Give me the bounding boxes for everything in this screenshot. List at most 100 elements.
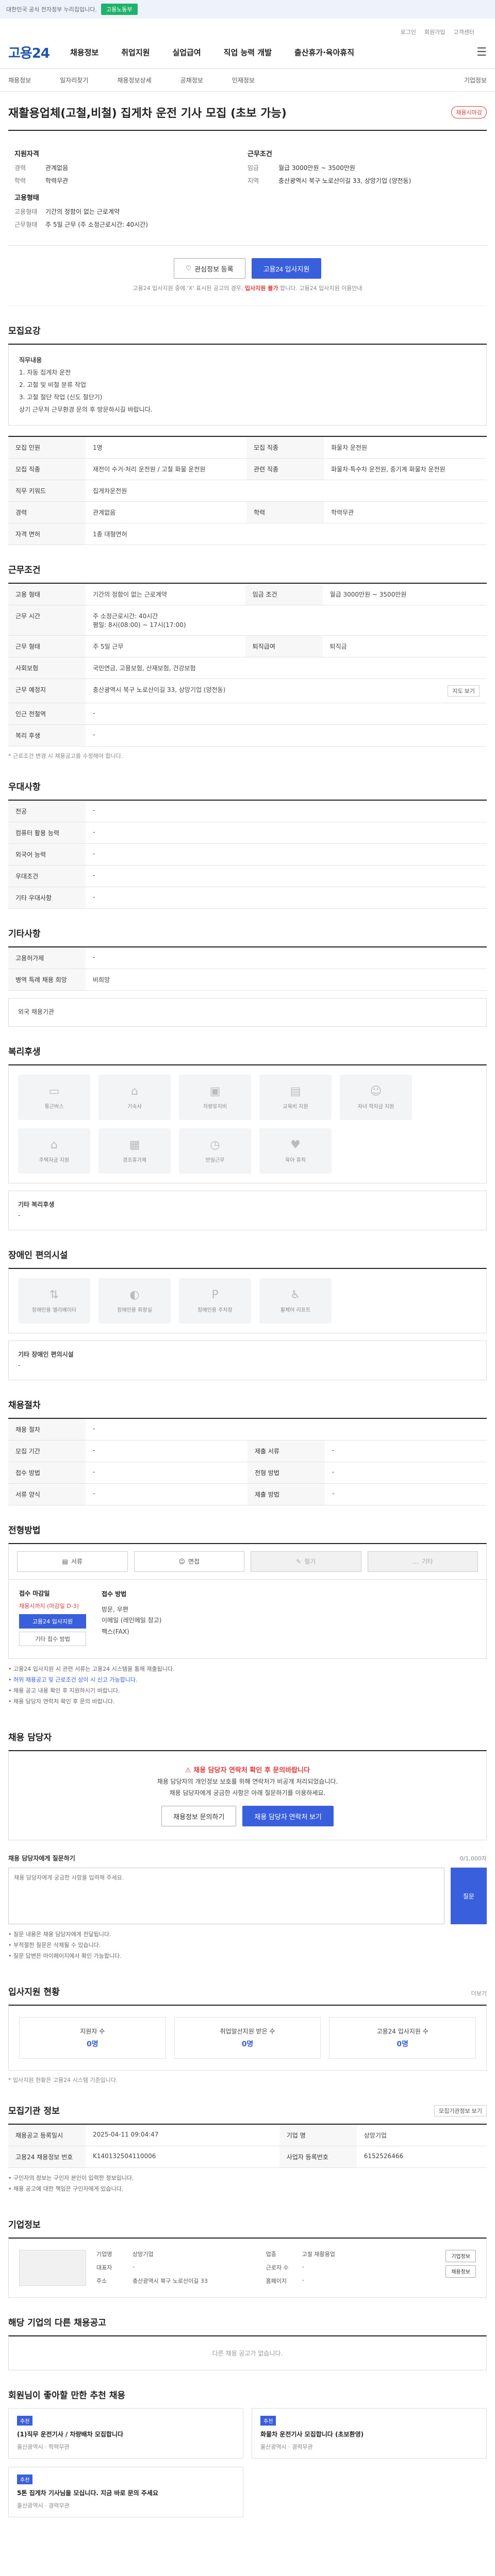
bullet-item: • 채용 공고에 대한 책임은 구인자에게 있습니다. (8, 2185, 124, 2192)
disabled-etc-value: - (18, 1362, 21, 1369)
subnav-item[interactable]: 공채정보 (180, 76, 203, 84)
company-value: 상망기업 (133, 2250, 154, 2258)
row-value: - (325, 1483, 487, 1505)
stats-note: * 입사지원 현황은 고용24 시스템 기준입니다. (8, 2076, 118, 2083)
question-input[interactable] (8, 1868, 444, 1925)
card-meta: 울산광역시 · 학력무관 (17, 2443, 70, 2450)
job-desc-heading: 직무내용 (19, 357, 42, 364)
book-icon: ▤ (290, 1084, 301, 1098)
method-label: 접수 방법 (102, 1590, 127, 1598)
row-value: 6152526466 (356, 2146, 487, 2168)
row-key: 인근 전철역 (8, 703, 86, 725)
scrap-button[interactable]: ♡ 관심정보 등록 (173, 258, 245, 279)
row-key: 기업 명 (279, 2124, 357, 2146)
facility-item: P 장애인용 주차장 (179, 1278, 251, 1324)
row-key: 채용 절차 (8, 1418, 86, 1440)
row-key: 퇴직급여 (245, 635, 323, 657)
section-title: 기업정보 (8, 2219, 41, 2230)
company-logo (19, 2249, 86, 2286)
time-detail: 평일: 8시(08:00) ~ 17시(17:00) (93, 621, 186, 629)
row-key: 외국어 능력 (8, 843, 86, 866)
alert-icon: ⚠ (185, 1766, 194, 1774)
subnav-item[interactable]: 일자리찾기 (60, 76, 88, 84)
baby-icon: ♥ (290, 1138, 301, 1151)
inquiry-button[interactable]: 채용정보 문의하기 (161, 1806, 237, 1827)
company-value: 고철 재활용업 (302, 2250, 335, 2258)
manager-desc: 채용 담당자의 개인정보 보호를 위해 연락처가 비공개 처리되었습니다. (157, 1777, 338, 1785)
recommend-card[interactable]: 추천 화물차 운전기사 모집합니다 (초보환영) 울산광역시 · 경력무관 (252, 2408, 487, 2459)
gnb-item-jobs[interactable]: 채용정보 (70, 47, 98, 58)
help-link[interactable]: 고객센터 (454, 28, 474, 36)
row-key: 우대조건 (8, 865, 86, 887)
stat-item: 취업알선지원 받은 수 0명 (174, 2016, 321, 2059)
conditions-note: * 근로조건 변경 시 채용공고를 수정해야 합니다. (8, 753, 123, 759)
apply-bullets: • 고용24 입사지원 시 관련 서류는 고용24 시스템을 통해 제출됩니다.… (8, 1659, 487, 1713)
gnb-item-benefit[interactable]: 실업급여 (172, 47, 201, 58)
stats-more-link[interactable]: 더보기 (471, 1989, 487, 2005)
bullet-item: • 채용 공고 내용 확인 후 지원하시기 바랍니다. (8, 1687, 120, 1694)
row-key: 학력 (246, 501, 324, 523)
gnb-item-training[interactable]: 직업 능력 개발 (224, 47, 272, 58)
welfare-item: ▤ 교육비 지원 (259, 1074, 332, 1120)
other-apply-button[interactable]: 기타 접수 방법 (19, 1631, 86, 1646)
send-question-button[interactable]: 질문 (451, 1868, 487, 1925)
row-key: 고용24 채용정보 번호 (8, 2146, 86, 2168)
welfare-etc-value: - (18, 1212, 21, 1219)
row-value: - (86, 947, 487, 969)
row-key: 모집 직종 (246, 436, 324, 459)
manager-box: ⚠ 채용 담당자 연락처 확인 후 문의바랍니다 채용 담당자의 개인정보 보호… (8, 1750, 487, 1841)
row-key: 제출 방법 (248, 1483, 325, 1505)
subnav-item[interactable]: 채용정보상세 (117, 76, 151, 84)
row-value: K140132504110006 (86, 2146, 279, 2168)
contact-button[interactable]: 채용 담당자 연락처 보기 (242, 1806, 334, 1827)
subnav-item[interactable]: 인재정보 (232, 76, 255, 84)
login-link[interactable]: 로그인 (401, 28, 416, 36)
welfare-item: ♥ 육아 휴직 (259, 1128, 332, 1174)
ask-label: 채용 담당자에게 질문하기 (8, 1855, 75, 1862)
card-meta: 울산광역시 · 경력무관 (260, 2443, 313, 2450)
step-interview: ☺ 면접 (134, 1551, 244, 1572)
welfare-label: 통근버스 (44, 1104, 64, 1110)
company-info-button[interactable]: 기업정보 (446, 2249, 476, 2262)
recommend-card[interactable]: 추천 5톤 집게차 기사님을 모십니다. 지금 바로 문의 주세요 울산광역시 … (8, 2466, 243, 2517)
recommend-cards: 추천 (1)직무 운전기사 / 차량배차 모집합니다 울산광역시 · 학력무관 … (8, 2408, 487, 2538)
gov-flag[interactable]: 고용노동부 (101, 4, 138, 15)
section-title: 모집요강 (8, 326, 41, 336)
gnb-item-support[interactable]: 취업지원 (121, 47, 150, 58)
gov-banner: 대한민국 공식 전자정부 누리집입니다. 고용노동부 (0, 0, 495, 19)
row-value: 관계없음 (86, 501, 246, 523)
row-key: 자격 면허 (8, 523, 86, 545)
facility-item: ◐ 장애인용 화장실 (98, 1278, 171, 1324)
bullet-item: • 질문 내용은 채용 담당자에게 전달됩니다. (8, 1931, 111, 1938)
job-actions: ♡ 관심정보 등록 고용24 입사지원 (8, 246, 487, 284)
home-loan-icon: ⌂ (51, 1138, 58, 1151)
welfare-item: ▭ 통근버스 (18, 1074, 90, 1120)
row-key: 채용공고 등록일시 (8, 2124, 86, 2146)
summary-key: 경력 (14, 164, 26, 172)
site-logo[interactable]: 고용24 (8, 43, 50, 62)
job-desc-line: 1. 자동 집게차 운전 (19, 369, 71, 376)
hamburger-icon[interactable]: ☰ (476, 46, 487, 59)
row-value: 재전이 수거·처리 운전원 / 고철 화물 운전원 (86, 458, 246, 480)
signup-link[interactable]: 회원가입 (424, 28, 445, 36)
apply-now-button[interactable]: 고용24 입사지원 (19, 1614, 86, 1629)
calendar-icon: ▦ (129, 1138, 140, 1151)
company-jobs-button[interactable]: 채용정보 (446, 2265, 476, 2278)
clock-icon: ◷ (210, 1138, 220, 1151)
recommend-card[interactable]: 추천 (1)직무 운전기사 / 차량배차 모집합니다 울산광역시 · 학력무관 (8, 2408, 243, 2459)
manager-desc: 채용 담당자에게 궁금한 사항은 아래 질문하기를 이용하세요. (169, 1789, 326, 1797)
apply-button[interactable]: 고용24 입사지원 (251, 258, 322, 279)
notice-red: 입사지원 불가 (244, 285, 278, 292)
welfare-label: 경조휴가제 (123, 1157, 146, 1163)
welfare-label: 자녀 학자금 지원 (357, 1104, 394, 1110)
gnb-item-leave[interactable]: 출산휴가·육아휴직 (294, 47, 354, 58)
welfare-label: 기숙사 (127, 1104, 142, 1110)
map-button[interactable]: 지도 보기 (448, 685, 480, 697)
summary-key: 고용형태 (14, 208, 38, 215)
method-item: 팩스(FAX) (102, 1628, 129, 1635)
company-value: - (302, 2276, 304, 2283)
subnav-item[interactable]: 채용정보 (8, 76, 31, 84)
subnav-item[interactable]: 기업정보 (464, 76, 487, 84)
agency-info-button[interactable]: 모집기관정보 보기 (434, 2105, 487, 2116)
conditions-table: 고용 형태 기간의 정함이 없는 근로계약 임금 조건 월급 3000만원 ~ 350… (8, 583, 487, 747)
